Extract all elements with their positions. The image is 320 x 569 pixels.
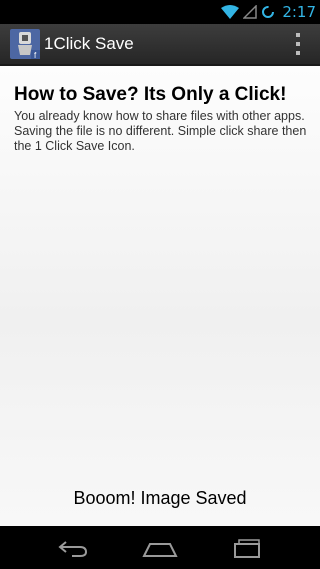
status-time: 2:17 [282,3,316,21]
instructions-text: You already know how to share files with… [14,109,307,153]
signal-icon [243,5,258,19]
navigation-bar [0,526,320,569]
page-heading: How to Save? Its Only a Click! [14,84,287,105]
home-icon[interactable] [140,534,180,562]
app-icon[interactable]: f [10,29,40,59]
back-icon[interactable] [52,534,92,562]
wifi-icon [221,5,240,19]
overflow-menu-icon[interactable] [295,33,301,55]
sync-icon [262,6,275,18]
main-content: How to Save? Its Only a Click! You alrea… [0,66,320,526]
action-bar: f 1Click Save [0,24,320,66]
saved-message: Booom! Image Saved [73,488,247,508]
overflow-dot [296,51,300,55]
app-title: 1Click Save [44,34,134,53]
recents-icon[interactable] [228,534,268,562]
overflow-dot [296,42,300,46]
status-icons: 2:17 [221,0,316,24]
overflow-dot [296,33,300,37]
status-bar: 2:17 [0,0,320,24]
